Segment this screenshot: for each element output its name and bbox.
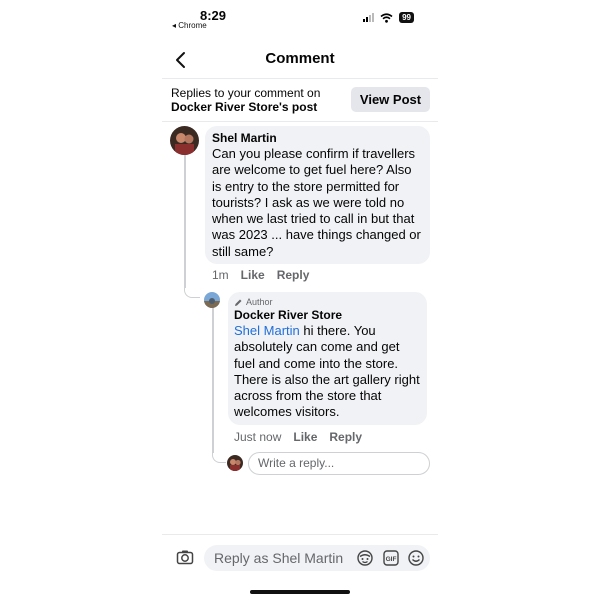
write-reply-input[interactable]: Write a reply... [248, 452, 430, 475]
page-header: Comment [162, 44, 438, 76]
comment-bubble: Shel Martin Can you please confirm if tr… [205, 126, 430, 264]
thread-line-curve [212, 451, 226, 463]
reply-actions: Just now Like Reply [234, 430, 362, 444]
battery-indicator: 99 [399, 12, 414, 23]
reply-button[interactable]: Reply [329, 430, 362, 444]
comment-actions: 1m Like Reply [212, 268, 309, 282]
like-button[interactable]: Like [241, 268, 265, 282]
pencil-icon [235, 299, 242, 306]
replies-post-owner: Docker River Store's post [171, 100, 320, 114]
page-title: Comment [265, 50, 335, 67]
wifi-icon [380, 12, 393, 23]
avatar[interactable] [170, 126, 199, 155]
comment-author[interactable]: Shel Martin [212, 131, 423, 146]
thread-line-curve [184, 286, 200, 298]
reply-composer-placeholder: Reply as Shel Martin [214, 550, 344, 566]
thread-line [184, 154, 186, 288]
divider [162, 78, 438, 79]
status-icons: 99 [363, 12, 414, 23]
thread-line [212, 308, 214, 453]
divider [162, 534, 438, 535]
divider [162, 121, 438, 122]
home-indicator[interactable] [250, 590, 350, 594]
like-button[interactable]: Like [293, 430, 317, 444]
svg-text:GIF: GIF [386, 556, 397, 563]
reply-button[interactable]: Reply [277, 268, 310, 282]
reply-time: Just now [234, 430, 282, 444]
signal-icon [363, 13, 375, 22]
author-badge-label: Author [246, 297, 273, 307]
comment-time: 1m [212, 268, 229, 282]
reply-text-block: Shel Martin hi there. You absolutely can… [234, 323, 421, 421]
reply-bubble: Author Docker River Store Shel Martin hi… [228, 292, 427, 425]
avatar-sticker-icon[interactable] [356, 549, 374, 567]
reply-author[interactable]: Docker River Store [234, 308, 421, 323]
camera-icon[interactable] [176, 548, 194, 566]
page-name-link[interactable]: Docker River Store [171, 100, 279, 114]
replies-context-bar: Replies to your comment on Docker River … [162, 84, 438, 116]
mention-link[interactable]: Shel Martin [234, 323, 300, 338]
back-to-app-link[interactable]: ◂ Chrome [172, 21, 207, 30]
phone-screen: 8:29 ◂ Chrome 99 Comment Replies to your… [162, 0, 438, 600]
emoji-icon[interactable] [407, 549, 425, 567]
replies-prefix: Replies to your comment on [171, 86, 321, 100]
replies-context-text: Replies to your comment on Docker River … [171, 86, 320, 114]
author-badge: Author [234, 296, 421, 308]
post-suffix: 's post [279, 100, 318, 114]
view-post-button[interactable]: View Post [351, 87, 430, 112]
gif-icon[interactable]: GIF [382, 549, 400, 567]
avatar[interactable] [204, 292, 220, 308]
comment-text: Can you please confirm if travellers are… [212, 146, 421, 259]
avatar [227, 455, 243, 471]
reply-composer-input[interactable]: Reply as Shel Martin GIF [204, 545, 430, 571]
